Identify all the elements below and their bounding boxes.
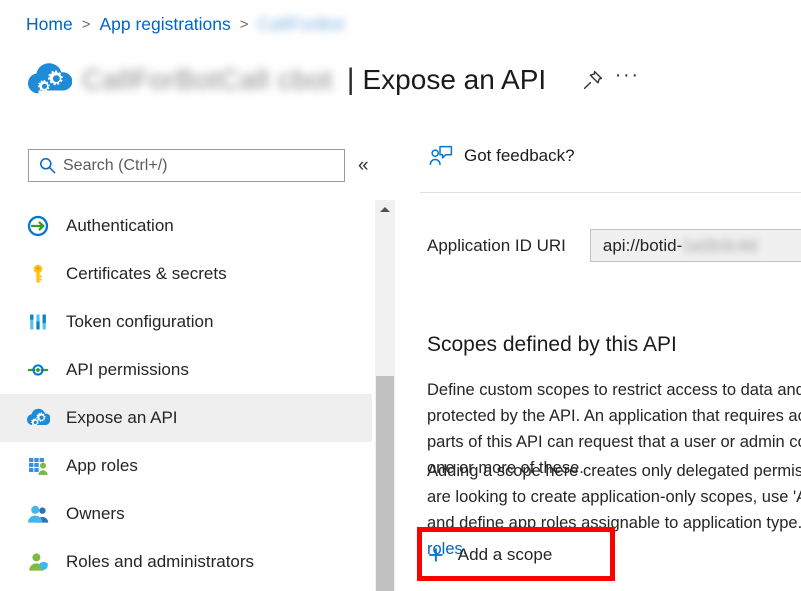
page-title: Expose an API xyxy=(363,64,547,96)
search-icon xyxy=(39,157,56,174)
title-separator: | xyxy=(347,63,355,97)
scrollbar-thumb[interactable] xyxy=(376,376,394,591)
sidebar-item-label: App roles xyxy=(66,456,138,476)
application-id-uri-input[interactable]: api://botid- 1a2b3c4d xyxy=(590,229,801,262)
add-a-scope-label: Add a scope xyxy=(458,545,553,565)
got-feedback-link[interactable]: Got feedback? xyxy=(429,145,575,167)
sidebar-item-certificates-secrets[interactable]: Certificates & secrets xyxy=(0,250,372,298)
sidebar-item-label: API permissions xyxy=(66,360,189,380)
scopes-heading: Scopes defined by this API xyxy=(427,333,677,357)
token-icon xyxy=(26,310,50,334)
scrollbar-up-arrow-icon[interactable] xyxy=(375,200,395,218)
nav-list: Authentication Certificates & secrets xyxy=(0,202,372,586)
sidebar-item-label: Roles and administrators xyxy=(66,552,254,572)
key-icon xyxy=(26,262,50,286)
azure-portal-blade: Home > App registrations > CallForBot Ca… xyxy=(0,0,801,591)
sidebar-item-label: Certificates & secrets xyxy=(66,264,227,284)
sidebar-item-label: Token configuration xyxy=(66,312,213,332)
feedback-person-icon xyxy=(429,145,453,167)
app-roles-icon xyxy=(26,454,50,478)
page-title-app-name: CallForBotCall cbot xyxy=(82,64,333,96)
breadcrumb-separator: > xyxy=(240,16,249,33)
sidebar-item-label: Owners xyxy=(66,504,125,524)
blade-left-menu: « Authentication xyxy=(0,128,396,591)
collapse-menu-icon[interactable]: « xyxy=(358,156,369,175)
cloud-gear-icon xyxy=(26,406,50,430)
got-feedback-label: Got feedback? xyxy=(464,146,575,166)
breadcrumb-item-home[interactable]: Home xyxy=(26,14,73,35)
ellipsis-glyph: ··· xyxy=(615,72,640,88)
api-permissions-icon xyxy=(26,358,50,382)
page-header: CallForBotCall cbot | Expose an API ··· xyxy=(26,56,644,104)
sidebar-item-label: Expose an API xyxy=(66,408,178,428)
sidebar-item-expose-an-api[interactable]: Expose an API xyxy=(0,394,372,442)
application-id-uri-label: Application ID URI xyxy=(427,236,566,256)
page-header-actions: ··· xyxy=(576,63,644,97)
search-row: « xyxy=(28,149,369,182)
breadcrumb-item-app-registrations[interactable]: App registrations xyxy=(99,14,230,35)
breadcrumb-separator: > xyxy=(82,16,91,33)
blade-content: Got feedback? Application ID URI api://b… xyxy=(396,128,801,591)
divider xyxy=(420,192,801,193)
owners-icon xyxy=(26,502,50,526)
sidebar-item-label: Authentication xyxy=(66,216,174,236)
breadcrumb-item-app-name[interactable]: CallForBot xyxy=(258,14,345,35)
sidebar-item-authentication[interactable]: Authentication xyxy=(0,202,372,250)
search-box[interactable] xyxy=(28,149,345,182)
application-id-uri-value: api://botid- xyxy=(603,236,682,256)
cloud-gear-icon xyxy=(26,60,72,100)
sidebar-item-api-permissions[interactable]: API permissions xyxy=(0,346,372,394)
more-options-icon[interactable]: ··· xyxy=(610,63,644,97)
add-a-scope-button[interactable]: + Add a scope xyxy=(428,537,552,573)
plus-icon: + xyxy=(428,542,444,569)
sidebar-item-owners[interactable]: Owners xyxy=(0,490,372,538)
search-input[interactable] xyxy=(63,157,313,175)
scopes-description-2-text: Adding a scope here creates only delegat… xyxy=(427,462,801,532)
sidebar-item-token-configuration[interactable]: Token configuration xyxy=(0,298,372,346)
application-id-uri-row: Application ID URI api://botid- 1a2b3c4d xyxy=(427,229,801,262)
pin-icon[interactable] xyxy=(576,63,610,97)
application-id-uri-value-blurred: 1a2b3c4d xyxy=(682,236,757,256)
sidebar-item-roles-and-administrators[interactable]: Roles and administrators xyxy=(0,538,372,586)
breadcrumb: Home > App registrations > CallForBot xyxy=(26,14,344,35)
sidebar-scrollbar[interactable] xyxy=(375,200,395,591)
roles-admins-icon xyxy=(26,550,50,574)
sidebar-item-app-roles[interactable]: App roles xyxy=(0,442,372,490)
authentication-icon xyxy=(26,214,50,238)
